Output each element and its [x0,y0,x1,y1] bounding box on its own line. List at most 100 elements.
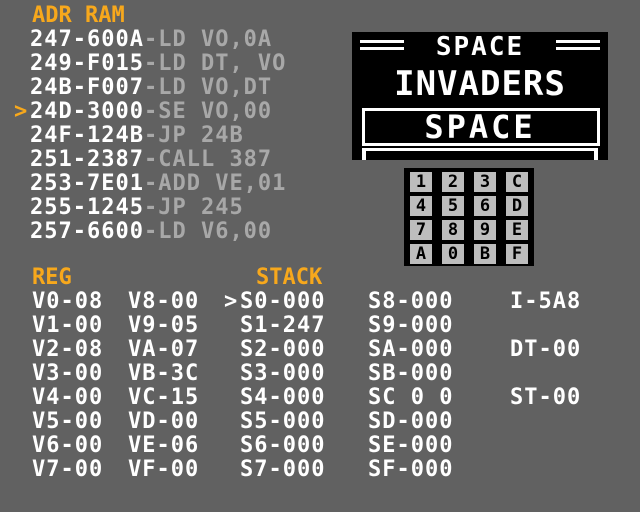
stack-entry: S3-000 [224,362,325,386]
stack-entry: S7-000 [224,458,325,482]
register: VE-06 [128,434,199,458]
stack-entry-value: S5-000 [240,409,326,434]
ram-disassembly: -SE VO,00 [143,99,273,124]
keypad-key[interactable]: 5 [442,196,464,216]
game-display: SPACE INVADERS SPACE [352,32,608,160]
register-value: V6-00 [32,433,104,458]
stack-entry: S2-000 [224,338,325,362]
ram-disassembly: -JP 24B [143,123,244,148]
stack-entry-value: S0-000 [240,289,326,314]
stack-entry: S6-000 [224,434,325,458]
stack-entry-value: S7-000 [240,457,326,482]
ram-row: 247-600A-LD VO,0A [14,28,272,52]
stack-entry: SD-000 [368,410,453,434]
stack-entry: S5-000 [224,410,325,434]
register: VC-15 [128,386,199,410]
stack-entry-value: SF-000 [368,457,454,482]
stack-entry: SA-000 [368,338,453,362]
ram-address-opcode: 24F-124B [30,123,144,148]
ram-disassembly: -ADD VE,01 [143,171,287,196]
stack-entry: SC 0 0 [368,386,453,410]
register: V6-00 [32,434,103,458]
ram-row: 249-F015-LD DT, VO [14,52,286,76]
register-value: V7-00 [32,457,104,482]
stack-entry-value: SC 0 0 [368,385,454,410]
stack-entry-value: SD-000 [368,409,454,434]
register-value: V9-05 [128,313,200,338]
ram-address-opcode: 251-2387 [30,147,144,172]
stack-entry-value: S4-000 [240,385,326,410]
register: VB-3C [128,362,199,386]
register-column-2: V8-00 V9-05 VA-07 VB-3C VC-15 VD-00 VE-06 VF-00 [128,290,199,482]
stack-entry-value: SA-000 [368,337,454,362]
register-column-1: V0-08 V1-00 V2-08 V3-00 V4-00 V5-00 V6-00 V7-00 [32,290,103,482]
ram-row: 257-6600-LD V6,00 [14,220,272,244]
keypad-key[interactable]: 4 [410,196,432,216]
keypad-key[interactable]: C [506,172,528,192]
keypad-key[interactable]: 9 [474,220,496,240]
register: V4-00 [32,386,103,410]
stack-entry-value: S6-000 [240,433,326,458]
ram-address-opcode: 253-7E01 [30,171,144,196]
keypad-key[interactable]: 7 [410,220,432,240]
ram-disassembly: -CALL 387 [143,147,273,172]
register: V2-08 [32,338,103,362]
register-value: VF-00 [128,457,200,482]
stack-entry: SE-000 [368,434,453,458]
stack-entry: SB-000 [368,362,453,386]
reg-header: REG [32,265,72,290]
display-base [362,148,598,151]
ram-address-opcode: 257-6600 [30,219,144,244]
register-value: V1-00 [32,313,104,338]
ram-row: 251-2387-CALL 387 [14,148,272,172]
keypad-key[interactable]: 2 [442,172,464,192]
register: VF-00 [128,458,199,482]
register: V3-00 [32,362,103,386]
register-value: VB-3C [128,361,200,386]
register-value: VC-15 [128,385,200,410]
register-value: V2-08 [32,337,104,362]
keypad-key[interactable]: 6 [474,196,496,216]
keypad-key[interactable]: A [410,244,432,264]
keypad-key[interactable]: D [506,196,528,216]
keypad-key[interactable]: B [474,244,496,264]
register-value: VE-06 [128,433,200,458]
stack-entry-value: SB-000 [368,361,454,386]
register-value: V0-08 [32,289,104,314]
register: V1-00 [32,314,103,338]
keypad-key[interactable]: F [506,244,528,264]
register-value: V4-00 [32,385,104,410]
keypad-key[interactable]: 1 [410,172,432,192]
ram-address-opcode: 249-F015 [30,51,144,76]
register: V7-00 [32,458,103,482]
ram-disassembly: -LD VO,DT [143,75,273,100]
ram-address-opcode: 247-600A [30,27,144,52]
stack-entry: S1-247 [224,314,325,338]
ram-disassembly: -LD V6,00 [143,219,273,244]
ram-header: ADR RAM [32,3,125,28]
keypad: 123C 456D 789E A0BF [404,168,534,266]
keypad-key[interactable]: 8 [442,220,464,240]
register: V8-00 [128,290,199,314]
stack-entry-value: S1-247 [240,313,326,338]
index-register: I-5A8 [510,289,582,314]
stack-entry-value: S9-000 [368,313,454,338]
ram-row: 24F-124B-JP 24B [14,124,244,148]
delay-timer: DT-00 [510,337,582,362]
keypad-key[interactable]: E [506,220,528,240]
stack-header: STACK [256,265,323,290]
stack-entry: S9-000 [368,314,453,338]
register: VA-07 [128,338,199,362]
register: V5-00 [32,410,103,434]
stack-entry: SF-000 [368,458,453,482]
ram-disassembly: -JP 245 [143,195,244,220]
ram-address-opcode: 24D-3000 [30,99,144,124]
stack-entry-value: S3-000 [240,361,326,386]
keypad-key[interactable]: 0 [442,244,464,264]
register-value: V8-00 [128,289,200,314]
stack-entry-value: SE-000 [368,433,454,458]
keypad-key[interactable]: 3 [474,172,496,192]
display-title-line1: SPACE [435,32,525,62]
display-title-line2: INVADERS [394,64,566,104]
stack-column-1: >S0-000 S1-247 S2-000 S3-000 S4-000 S5-000 S6-… [224,290,325,482]
